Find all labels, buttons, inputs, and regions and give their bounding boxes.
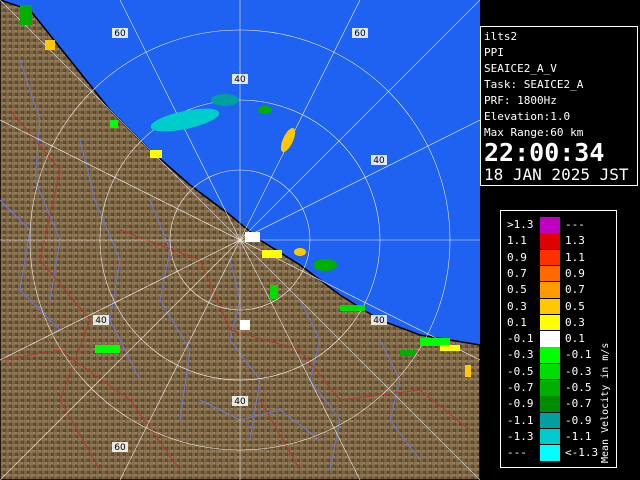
legend-low-label: 0.1 [507, 315, 527, 329]
legend-title: Mean Velocity in m/s [600, 342, 611, 463]
scan-mode: PPI [484, 46, 504, 59]
legend-row: -0.7 -0.5 [501, 380, 601, 396]
range-label: 60 [114, 29, 126, 39]
range-label: 40 [373, 316, 385, 326]
range-label: 40 [373, 156, 385, 166]
legend-row: 0.5 0.7 [501, 282, 601, 298]
legend-row: -0.5 -0.3 [501, 363, 601, 380]
legend-color-swatch [540, 249, 560, 266]
legend-high-label: <-1.3 [565, 446, 599, 460]
legend-row: 0.3 0.5 [501, 298, 601, 314]
range-label: 60 [114, 443, 126, 453]
legend-low-label: >1.3 [507, 218, 534, 231]
legend-row: --- <-1.3 [501, 445, 601, 461]
legend-high-label: 1.1 [565, 250, 585, 264]
product-name: SEAICE2_A_V [484, 62, 557, 75]
legend-low-label: -1.1 [507, 413, 534, 427]
legend-high-label: -0.3 [565, 364, 592, 378]
legend-high-label: -0.1 [565, 348, 592, 362]
range-label: 40 [234, 397, 246, 407]
legend-high-label: --- [565, 218, 585, 231]
info-panel: ilts2 PPI SEAICE2_A_V Task: SEAICE2_A PR… [480, 26, 638, 186]
legend-row: -0.1 0.1 [501, 331, 601, 347]
legend-low-label: 0.5 [507, 283, 527, 297]
legend-high-label: -0.7 [565, 397, 592, 411]
legend-low-label: -0.3 [507, 348, 534, 362]
scan-date: 18 JAN 2025 JST [484, 165, 629, 184]
legend-low-label: 0.7 [507, 266, 527, 280]
site-name: ilts2 [484, 30, 518, 43]
legend-high-label: -0.9 [565, 413, 592, 427]
legend-color-swatch [540, 380, 560, 396]
legend-color-swatch [540, 347, 560, 363]
legend-low-label: -0.7 [507, 381, 534, 394]
legend-high-label: 0.5 [565, 299, 585, 313]
velocity-legend: >1.3 --- 1.1 1.3 0.9 1.1 0.7 0.9 0.5 0.7 0.3 0.5 0.1… [500, 210, 617, 468]
legend-low-label: -0.1 [507, 332, 534, 346]
legend-color-swatch [540, 217, 560, 233]
legend-row: 0.1 0.3 [501, 314, 601, 331]
legend-row: 1.1 1.3 [501, 233, 601, 249]
legend-low-label: 0.9 [507, 250, 527, 264]
prf-value: PRF: 1800Hz [484, 94, 557, 107]
radar-ppi-display[interactable]: 60 60 40 40 40 40 40 60 [0, 0, 480, 480]
range-rings [0, 0, 480, 480]
legend-color-swatch [540, 233, 560, 249]
legend-color-swatch [540, 265, 560, 282]
legend-color-swatch [540, 331, 560, 347]
legend-color-swatch [540, 363, 560, 380]
legend-high-label: -0.5 [565, 381, 592, 394]
range-label: 40 [234, 75, 246, 85]
legend-row: >1.3 --- [501, 217, 601, 233]
legend-color-swatch [540, 445, 560, 461]
legend-row: 0.7 0.9 [501, 265, 601, 282]
scan-time: 22:00:34 [484, 138, 605, 167]
legend-high-label: 1.3 [565, 234, 585, 248]
legend-low-label: -0.5 [507, 364, 534, 378]
legend-color-swatch [540, 428, 560, 445]
legend-low-label: 0.3 [507, 299, 527, 313]
legend-low-label: 1.1 [507, 234, 527, 248]
legend-high-label: 0.3 [565, 315, 585, 329]
legend-row: -1.3 -1.1 [501, 428, 601, 445]
legend-color-swatch [540, 314, 560, 331]
legend-low-label: -0.9 [507, 397, 534, 411]
legend-high-label: 0.1 [565, 332, 585, 346]
legend-high-label: 0.7 [565, 283, 585, 297]
range-label: 60 [354, 29, 366, 39]
legend-color-swatch [540, 412, 560, 429]
task-name: Task: SEAICE2_A [484, 78, 584, 91]
legend-row: 0.9 1.1 [501, 249, 601, 266]
legend-color-swatch [540, 298, 560, 314]
legend-row: -1.1 -0.9 [501, 412, 601, 429]
elevation-value: Elevation:1.0 [484, 110, 571, 123]
legend-low-label: -1.3 [507, 429, 534, 443]
legend-color-swatch [540, 282, 560, 298]
legend-row: -0.9 -0.7 [501, 396, 601, 412]
range-label: 40 [95, 316, 107, 326]
legend-high-label: 0.9 [565, 266, 585, 280]
legend-low-label: --- [507, 446, 527, 460]
legend-color-swatch [540, 396, 560, 412]
legend-high-label: -1.1 [565, 429, 592, 443]
legend-row: -0.3 -0.1 [501, 347, 601, 363]
